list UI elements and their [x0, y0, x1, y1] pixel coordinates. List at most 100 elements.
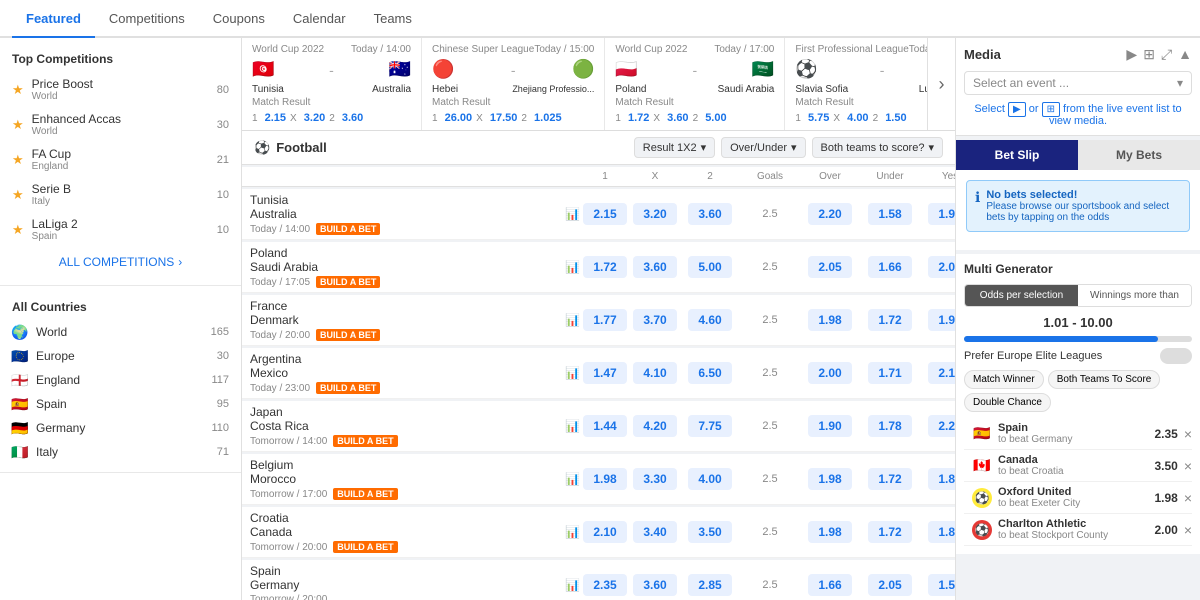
build-a-bet-badge[interactable]: BUILD A BET	[333, 488, 397, 500]
nav-tab-competitions[interactable]: Competitions	[95, 1, 199, 38]
competition-item-price-boost[interactable]: ★ Price Boost World 80	[0, 72, 241, 107]
yes-button[interactable]: 1.98	[928, 203, 955, 225]
close-selection-button[interactable]: ×	[1184, 522, 1192, 538]
event-select-dropdown[interactable]: Select an event ... ▾	[964, 71, 1192, 95]
filter-both-teams-dropdown[interactable]: Both teams to score? ▾	[812, 137, 943, 158]
stream-icon[interactable]: 📊	[565, 207, 580, 221]
competition-item-laliga2[interactable]: ★ LaLiga 2 Spain 10	[0, 212, 241, 247]
carousel-next-button[interactable]: ›	[927, 38, 955, 130]
collapse-icon[interactable]: ▲	[1178, 46, 1192, 63]
over-button[interactable]: 1.98	[808, 309, 852, 331]
under-button[interactable]: 1.72	[868, 309, 912, 331]
all-competitions-button[interactable]: ALL COMPETITIONS ›	[0, 247, 241, 277]
odds-1-button[interactable]: 2.35	[583, 574, 627, 596]
odds-2-button[interactable]: 4.00	[688, 468, 732, 490]
odds-x-button[interactable]: 4.20	[633, 415, 677, 437]
under-button[interactable]: 1.58	[868, 203, 912, 225]
over-button[interactable]: 2.20	[808, 203, 852, 225]
over-button[interactable]: 2.05	[808, 256, 852, 278]
build-a-bet-badge[interactable]: BUILD A BET	[316, 329, 380, 341]
stream-icon[interactable]: 📊	[565, 260, 580, 274]
odd-2[interactable]: 2 1.50	[873, 112, 907, 124]
stream-icon[interactable]: 📊	[565, 419, 580, 433]
both-teams-to-score-button[interactable]: Both Teams To Score	[1048, 370, 1161, 389]
under-button[interactable]: 2.05	[868, 574, 912, 596]
prefer-leagues-toggle[interactable]	[1160, 348, 1192, 364]
yes-button[interactable]: 1.58	[928, 574, 955, 596]
close-selection-button[interactable]: ×	[1184, 458, 1192, 474]
under-button[interactable]: 1.71	[868, 362, 912, 384]
odd-2[interactable]: 2 5.00	[693, 112, 727, 124]
under-button[interactable]: 1.72	[868, 521, 912, 543]
yes-button[interactable]: 2.20	[928, 415, 955, 437]
tab-bet-slip[interactable]: Bet Slip	[956, 140, 1078, 170]
under-button[interactable]: 1.78	[868, 415, 912, 437]
yes-button[interactable]: 2.05	[928, 256, 955, 278]
odds-x-button[interactable]: 3.70	[633, 309, 677, 331]
under-button[interactable]: 1.72	[868, 468, 912, 490]
country-item-world[interactable]: 🌍 World 165	[0, 320, 241, 344]
odds-2-button[interactable]: 3.60	[688, 203, 732, 225]
odd-2[interactable]: 2 1.025	[521, 112, 561, 124]
country-item-italy[interactable]: 🇮🇹 Italy 71	[0, 440, 241, 464]
tab-odds-per-selection[interactable]: Odds per selection	[965, 285, 1078, 306]
match-winner-button[interactable]: Match Winner	[964, 370, 1044, 389]
odds-1-button[interactable]: 1.98	[583, 468, 627, 490]
filter-over-under-dropdown[interactable]: Over/Under ▾	[721, 137, 805, 158]
odds-x-button[interactable]: 3.30	[633, 468, 677, 490]
build-a-bet-badge[interactable]: BUILD A BET	[333, 541, 397, 553]
tab-my-bets[interactable]: My Bets	[1078, 140, 1200, 170]
odd-x[interactable]: X 3.20	[290, 112, 325, 124]
odd-x[interactable]: X 17.50	[476, 112, 517, 124]
odds-x-button[interactable]: 3.40	[633, 521, 677, 543]
close-selection-button[interactable]: ×	[1184, 426, 1192, 442]
yes-button[interactable]: 1.83	[928, 521, 955, 543]
yes-button[interactable]: 1.95	[928, 309, 955, 331]
competition-item-serie-b[interactable]: ★ Serie B Italy 10	[0, 177, 241, 212]
over-button[interactable]: 2.00	[808, 362, 852, 384]
over-button[interactable]: 1.90	[808, 415, 852, 437]
stream-icon[interactable]: 📊	[565, 472, 580, 486]
odds-2-button[interactable]: 7.75	[688, 415, 732, 437]
odd-1[interactable]: 1 2.15	[252, 112, 286, 124]
under-button[interactable]: 1.66	[868, 256, 912, 278]
odds-1-button[interactable]: 2.15	[583, 203, 627, 225]
odds-2-button[interactable]: 4.60	[688, 309, 732, 331]
over-button[interactable]: 1.66	[808, 574, 852, 596]
grid-icon[interactable]: ⊞	[1143, 46, 1155, 63]
filter-result-dropdown[interactable]: Result 1X2 ▾	[634, 137, 715, 158]
odd-2[interactable]: 2 3.60	[329, 112, 363, 124]
build-a-bet-badge[interactable]: BUILD A BET	[316, 223, 380, 235]
expand-icon[interactable]: ⤢	[1161, 46, 1172, 63]
odd-x[interactable]: X 3.60	[653, 112, 688, 124]
stream-icon[interactable]: 📊	[565, 313, 580, 327]
country-item-germany[interactable]: 🇩🇪 Germany 110	[0, 416, 241, 440]
competition-item-enhanced-accas[interactable]: ★ Enhanced Accas World 30	[0, 107, 241, 142]
odd-1[interactable]: 1 26.00	[432, 112, 472, 124]
odds-1-button[interactable]: 2.10	[583, 521, 627, 543]
country-item-spain[interactable]: 🇪🇸 Spain 95	[0, 392, 241, 416]
odds-2-button[interactable]: 2.85	[688, 574, 732, 596]
odds-1-button[interactable]: 1.44	[583, 415, 627, 437]
build-a-bet-badge[interactable]: BUILD A BET	[316, 276, 380, 288]
country-item-england[interactable]: 🏴󠁧󠁢󠁥󠁮󠁧󠁿 England 117	[0, 368, 241, 392]
odds-1-button[interactable]: 1.72	[583, 256, 627, 278]
odd-x[interactable]: X 4.00	[833, 112, 868, 124]
competition-item-fa-cup[interactable]: ★ FA Cup England 21	[0, 142, 241, 177]
nav-tab-coupons[interactable]: Coupons	[199, 1, 279, 38]
odds-x-button[interactable]: 4.10	[633, 362, 677, 384]
build-a-bet-badge[interactable]: BUILD A BET	[316, 382, 380, 394]
build-a-bet-badge[interactable]: BUILD A BET	[333, 435, 397, 447]
yes-button[interactable]: 2.15	[928, 362, 955, 384]
nav-tab-teams[interactable]: Teams	[360, 1, 426, 38]
odds-x-button[interactable]: 3.20	[633, 203, 677, 225]
stream-icon[interactable]: 📊	[565, 578, 580, 592]
nav-tab-calendar[interactable]: Calendar	[279, 1, 360, 38]
tab-winnings-more-than[interactable]: Winnings more than	[1078, 285, 1191, 306]
yes-button[interactable]: 1.85	[928, 468, 955, 490]
stream-icon[interactable]: 📊	[565, 525, 580, 539]
odd-1[interactable]: 1 1.72	[615, 112, 649, 124]
odds-1-button[interactable]: 1.47	[583, 362, 627, 384]
nav-tab-featured[interactable]: Featured	[12, 1, 95, 38]
odd-1[interactable]: 1 5.75	[795, 112, 829, 124]
